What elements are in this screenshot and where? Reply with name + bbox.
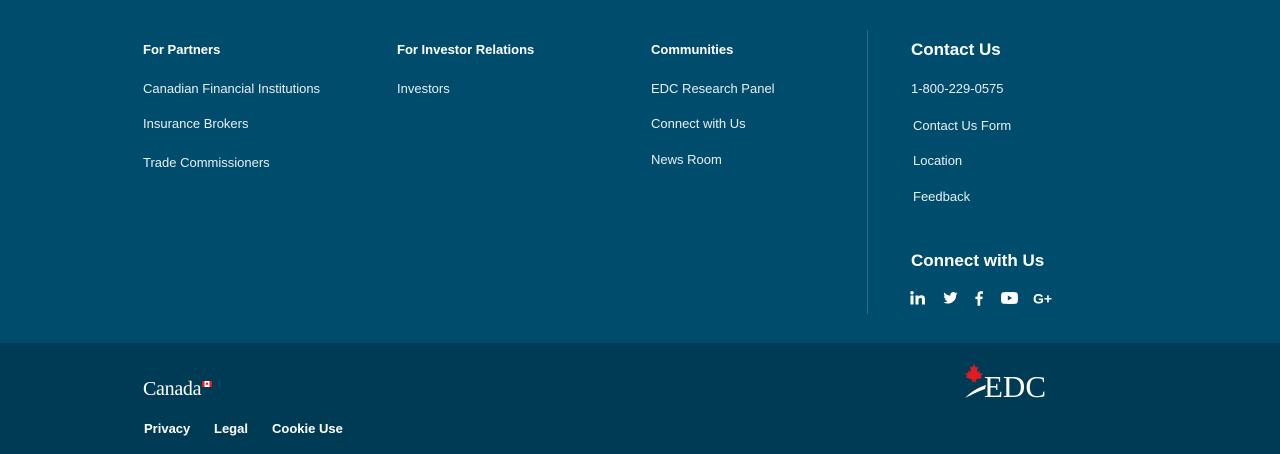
canada-wordmark-text: Canada xyxy=(143,378,202,400)
edc-logo[interactable]: EDC xyxy=(962,364,1056,405)
link-location[interactable]: Location xyxy=(913,153,962,168)
linkedin-icon[interactable] xyxy=(909,289,927,307)
footer-links-section: For Partners Canadian Financial Institut… xyxy=(0,0,1280,343)
svg-text:G+: G+ xyxy=(1033,291,1052,305)
cookie-use-link[interactable]: Cookie Use xyxy=(272,421,343,436)
communities-heading: Communities xyxy=(651,42,734,57)
partners-heading: For Partners xyxy=(143,42,221,57)
link-connect-with-us[interactable]: Connect with Us xyxy=(651,116,746,131)
facebook-icon[interactable] xyxy=(972,289,986,307)
canada-wordmark: Canada xyxy=(143,378,212,401)
link-insurance-brokers[interactable]: Insurance Brokers xyxy=(143,116,249,131)
canada-flag-icon xyxy=(202,381,212,387)
youtube-icon[interactable] xyxy=(999,289,1019,307)
edc-logo-text: EDC xyxy=(984,369,1046,400)
edc-logo-mark: EDC xyxy=(965,364,1046,404)
link-trade-commissioners[interactable]: Trade Commissioners xyxy=(143,155,270,170)
column-divider xyxy=(867,30,868,314)
link-canadian-financial-institutions[interactable]: Canadian Financial Institutions xyxy=(143,81,320,96)
investor-heading: For Investor Relations xyxy=(397,42,535,57)
privacy-link[interactable]: Privacy xyxy=(144,421,190,436)
link-feedback[interactable]: Feedback xyxy=(913,189,970,204)
phone-number-link[interactable]: 1-800-229-0575 xyxy=(911,81,1004,96)
connect-heading: Connect with Us xyxy=(911,251,1045,270)
link-investors[interactable]: Investors xyxy=(397,81,450,96)
link-contact-us-form[interactable]: Contact Us Form xyxy=(913,118,1011,133)
twitter-icon[interactable] xyxy=(941,289,959,307)
link-edc-research-panel[interactable]: EDC Research Panel xyxy=(651,81,775,96)
google-plus-icon[interactable]: G+ xyxy=(1032,289,1056,307)
contact-heading: Contact Us xyxy=(911,40,1001,59)
link-news-room[interactable]: News Room xyxy=(651,152,722,167)
legal-link[interactable]: Legal xyxy=(214,421,248,436)
